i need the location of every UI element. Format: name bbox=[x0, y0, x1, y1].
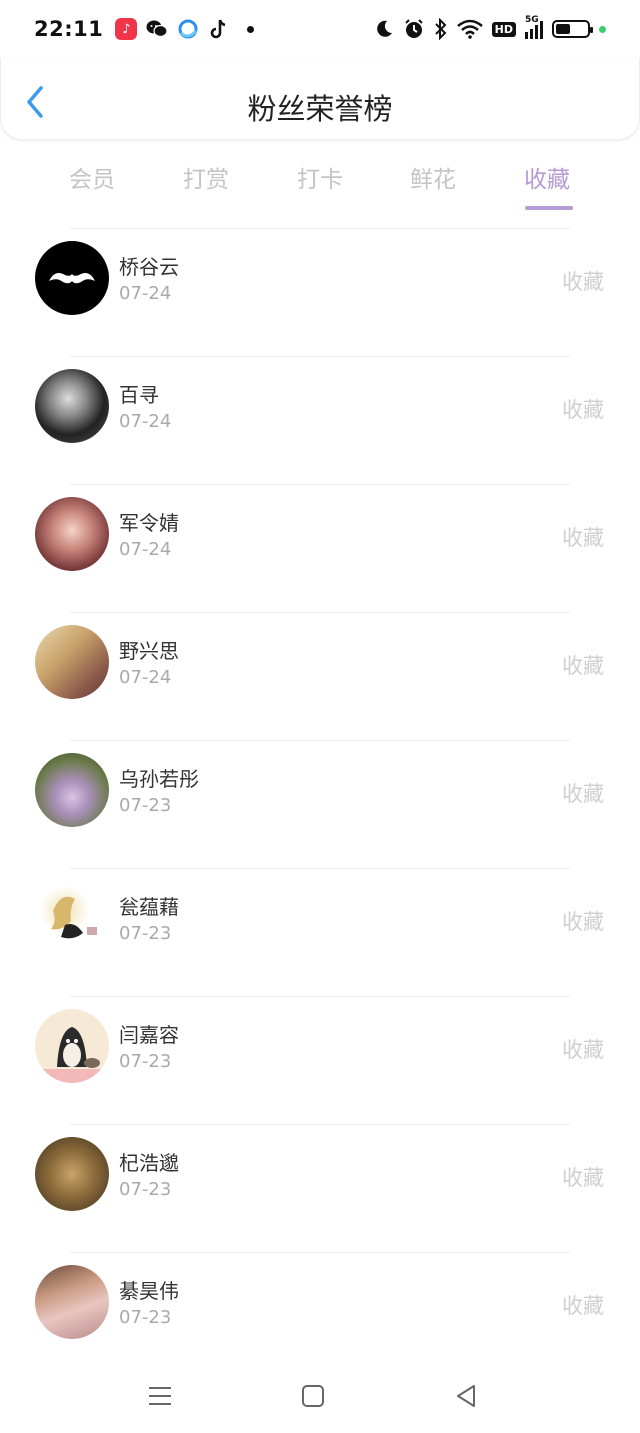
fan-date: 07-23 bbox=[119, 1307, 172, 1328]
list-item[interactable]: 百寻 07-24 收藏 bbox=[0, 353, 640, 481]
fan-date: 07-24 bbox=[119, 283, 172, 304]
list-item[interactable]: 乌孙若彤 07-23 收藏 bbox=[0, 737, 640, 865]
back-triangle-icon bbox=[457, 1385, 475, 1407]
list-item[interactable]: 野兴思 07-24 收藏 bbox=[0, 609, 640, 737]
signal-icon: 5G bbox=[525, 15, 543, 39]
moon-icon bbox=[376, 20, 392, 37]
tab-favorites-label: 收藏 bbox=[524, 167, 570, 193]
favorite-label[interactable]: 收藏 bbox=[562, 778, 604, 808]
favorite-label[interactable]: 收藏 bbox=[562, 266, 604, 296]
avatar[interactable] bbox=[35, 753, 109, 827]
menu-icon bbox=[149, 1387, 171, 1405]
favorite-label[interactable]: 收藏 bbox=[562, 522, 604, 552]
fan-date: 07-24 bbox=[119, 539, 172, 560]
avatar[interactable] bbox=[35, 1137, 109, 1211]
tiktok-icon bbox=[208, 18, 231, 40]
list-item[interactable]: 瓮蕴藉 07-23 收藏 bbox=[0, 865, 640, 993]
privacy-indicator-dot bbox=[599, 25, 606, 33]
wifi-icon bbox=[456, 19, 483, 39]
fan-name: 闫嘉容 bbox=[119, 1023, 179, 1047]
status-bar: 22:11 ♪ HD 5G bbox=[0, 0, 640, 58]
avatar[interactable] bbox=[35, 881, 109, 955]
wechat-icon bbox=[146, 18, 169, 40]
browser-app-icon bbox=[177, 18, 200, 40]
tab-member[interactable]: 会员 bbox=[47, 160, 137, 194]
divider bbox=[70, 356, 570, 357]
list-item[interactable]: 军令婧 07-24 收藏 bbox=[0, 481, 640, 609]
home-button[interactable] bbox=[297, 1380, 329, 1412]
avatar[interactable] bbox=[35, 625, 109, 699]
avatar[interactable] bbox=[35, 1009, 109, 1083]
favorite-label[interactable]: 收藏 bbox=[562, 1290, 604, 1320]
fan-date: 07-24 bbox=[119, 667, 172, 688]
fan-name: 綦昊伟 bbox=[119, 1279, 179, 1303]
tab-checkin[interactable]: 打卡 bbox=[275, 160, 365, 194]
fan-name: 野兴思 bbox=[119, 639, 179, 663]
fan-list: 桥谷云 07-24 收藏 百寻 07-24 收藏 军令婧 07-24 收藏 野兴… bbox=[0, 225, 640, 1377]
fan-name: 桥谷云 bbox=[119, 255, 179, 279]
menu-button[interactable] bbox=[144, 1380, 176, 1412]
battery-icon bbox=[552, 20, 593, 38]
divider bbox=[70, 740, 570, 741]
home-square-icon bbox=[302, 1385, 324, 1407]
active-tab-indicator bbox=[525, 206, 573, 210]
fan-name: 军令婧 bbox=[119, 511, 179, 535]
system-nav-bar bbox=[0, 1360, 640, 1433]
list-item[interactable]: 闫嘉容 07-23 收藏 bbox=[0, 993, 640, 1121]
status-indicators: HD 5G bbox=[374, 15, 606, 40]
notification-dot-icon bbox=[247, 25, 255, 33]
fan-date: 07-23 bbox=[119, 1179, 172, 1200]
tab-reward[interactable]: 打赏 bbox=[161, 160, 251, 194]
divider bbox=[70, 1252, 570, 1253]
network-type-label: 5G bbox=[525, 15, 539, 25]
list-item[interactable]: 桥谷云 07-24 收藏 bbox=[0, 225, 640, 353]
favorite-label[interactable]: 收藏 bbox=[562, 906, 604, 936]
avatar[interactable] bbox=[35, 241, 109, 315]
divider bbox=[70, 996, 570, 997]
avatar[interactable] bbox=[35, 369, 109, 443]
divider bbox=[70, 228, 570, 229]
fan-date: 07-23 bbox=[119, 1051, 172, 1072]
fan-date: 07-23 bbox=[119, 923, 172, 944]
status-time: 22:11 bbox=[34, 17, 104, 41]
divider bbox=[70, 1124, 570, 1125]
divider bbox=[70, 484, 570, 485]
alarm-icon bbox=[404, 19, 423, 38]
favorite-label[interactable]: 收藏 bbox=[562, 1162, 604, 1192]
fan-name: 瓮蕴藉 bbox=[119, 895, 179, 919]
avatar[interactable] bbox=[35, 497, 109, 571]
bluetooth-icon bbox=[434, 18, 447, 40]
favorite-label[interactable]: 收藏 bbox=[562, 1034, 604, 1064]
title-bar: 粉丝荣誉榜 bbox=[0, 58, 640, 140]
fan-name: 乌孙若彤 bbox=[119, 767, 199, 791]
list-item[interactable]: 綦昊伟 07-23 收藏 bbox=[0, 1249, 640, 1377]
battery-level bbox=[556, 24, 570, 34]
divider bbox=[70, 612, 570, 613]
status-app-icons: ♪ bbox=[115, 18, 255, 40]
favorite-label[interactable]: 收藏 bbox=[562, 650, 604, 680]
page-title: 粉丝荣誉榜 bbox=[247, 92, 393, 126]
fan-name: 杞浩邈 bbox=[119, 1151, 179, 1175]
divider bbox=[70, 868, 570, 869]
tab-flowers[interactable]: 鲜花 bbox=[388, 160, 478, 194]
fan-name: 百寻 bbox=[119, 383, 159, 407]
music-app-icon: ♪ bbox=[115, 18, 138, 40]
category-tabs: 会员 打赏 打卡 鲜花 收藏 bbox=[0, 150, 640, 210]
back-nav-button[interactable] bbox=[450, 1380, 482, 1412]
fan-date: 07-23 bbox=[119, 795, 172, 816]
favorite-label[interactable]: 收藏 bbox=[562, 394, 604, 424]
avatar[interactable] bbox=[35, 1265, 109, 1339]
fan-date: 07-24 bbox=[119, 411, 172, 432]
list-item[interactable]: 杞浩邈 07-23 收藏 bbox=[0, 1121, 640, 1249]
tab-favorites[interactable]: 收藏 bbox=[502, 160, 592, 210]
hd-badge: HD bbox=[491, 21, 516, 37]
